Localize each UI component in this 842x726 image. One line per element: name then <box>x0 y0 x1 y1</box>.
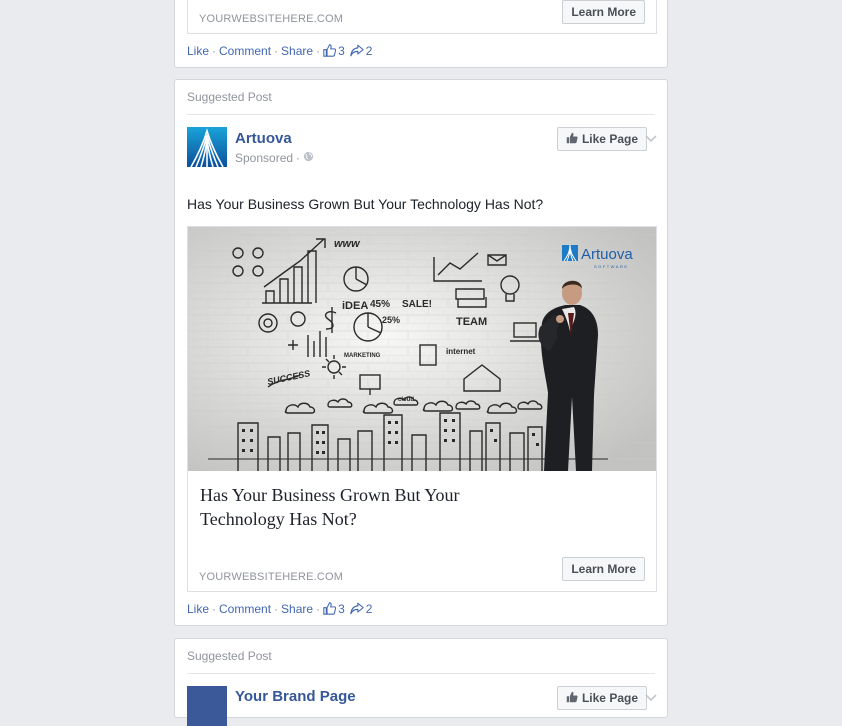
sponsored-label[interactable]: Sponsored <box>235 151 293 165</box>
separator: · <box>274 44 279 58</box>
image-brand-name: Artuova <box>581 246 633 263</box>
comment-link[interactable]: Comment <box>219 44 271 58</box>
page-name-link[interactable]: Artuova <box>235 130 292 147</box>
suggested-post-label: Suggested Post <box>187 649 272 663</box>
share-arrow-icon <box>350 44 366 58</box>
website-url: YOURWEBSITEHERE.COM <box>199 571 344 583</box>
likes-count[interactable]: 3 <box>338 44 345 58</box>
separator: · <box>274 602 279 616</box>
doodle-word: SALE! <box>402 299 432 310</box>
doodle-word: iDEA <box>342 300 368 312</box>
thumbs-up-icon <box>566 691 582 706</box>
learn-more-button[interactable]: Learn More <box>562 0 645 24</box>
suggested-post-label: Suggested Post <box>187 90 272 104</box>
website-url: YOURWEBSITEHERE.COM <box>199 13 344 25</box>
shares-count[interactable]: 2 <box>366 602 373 616</box>
link-preview[interactable]: YOURWEBSITEHERE.COM Learn More <box>187 0 657 34</box>
share-arrow-icon <box>350 602 366 616</box>
post-actions: Like · Comment · Share · 3 2 <box>187 44 372 58</box>
likes-count[interactable]: 3 <box>338 602 345 616</box>
doodle-word: TEAM <box>456 316 487 328</box>
thumbs-up-icon <box>566 132 582 147</box>
ad-image[interactable]: www iDEA 45% SALE! TEAM 25% internet MAR… <box>188 227 656 471</box>
doodle-word: 25% <box>382 315 400 325</box>
page-name-link[interactable]: Your Brand Page <box>235 688 356 705</box>
globe-icon <box>303 151 314 165</box>
post-card-2: Suggested Post Artuova Sponsored · Like … <box>174 79 668 626</box>
post-actions: Like · Comment · Share · 3 2 <box>187 602 372 616</box>
artuova-logo[interactable] <box>187 127 227 167</box>
thumbs-up-icon <box>323 44 338 58</box>
divider <box>187 673 655 674</box>
brand-page-logo[interactable] <box>187 686 227 726</box>
like-page-button[interactable]: Like Page <box>556 686 647 710</box>
like-page-label: Like Page <box>581 691 638 705</box>
doodle-word: MARKETING <box>344 353 381 359</box>
link-preview[interactable]: www iDEA 45% SALE! TEAM 25% internet MAR… <box>187 226 657 592</box>
doodle-word: cloud <box>398 397 414 403</box>
separator: · <box>316 602 321 616</box>
separator: · <box>316 44 321 58</box>
separator: · <box>296 151 301 165</box>
post-card-3: Suggested Post Your Brand Page Like Page <box>174 638 668 726</box>
post-card-1: YOURWEBSITEHERE.COM Learn More Like · Co… <box>174 0 668 68</box>
thumbs-up-icon <box>323 602 338 616</box>
divider <box>187 114 655 115</box>
image-brand-sub: SOFTWARE <box>594 264 629 269</box>
comment-link[interactable]: Comment <box>219 602 271 616</box>
doodle-word: internet <box>446 347 476 356</box>
like-link[interactable]: Like <box>187 602 209 616</box>
post-text: Has Your Business Grown But Your Technol… <box>187 196 544 212</box>
share-link[interactable]: Share <box>281 44 313 58</box>
doodle-word: www <box>334 238 361 250</box>
like-link[interactable]: Like <box>187 44 209 58</box>
separator: · <box>212 44 217 58</box>
link-headline[interactable]: Has Your Business Grown But Your Technol… <box>200 483 470 531</box>
chevron-down-icon[interactable] <box>645 130 657 148</box>
doodle-word: 45% <box>370 299 390 310</box>
like-page-label: Like Page <box>581 132 638 146</box>
sponsored-line: Sponsored · <box>235 151 314 165</box>
chevron-down-icon[interactable] <box>645 689 657 707</box>
like-page-button[interactable]: Like Page <box>556 127 647 151</box>
share-link[interactable]: Share <box>281 602 313 616</box>
learn-more-button[interactable]: Learn More <box>562 557 645 581</box>
separator: · <box>212 602 217 616</box>
shares-count[interactable]: 2 <box>366 44 373 58</box>
